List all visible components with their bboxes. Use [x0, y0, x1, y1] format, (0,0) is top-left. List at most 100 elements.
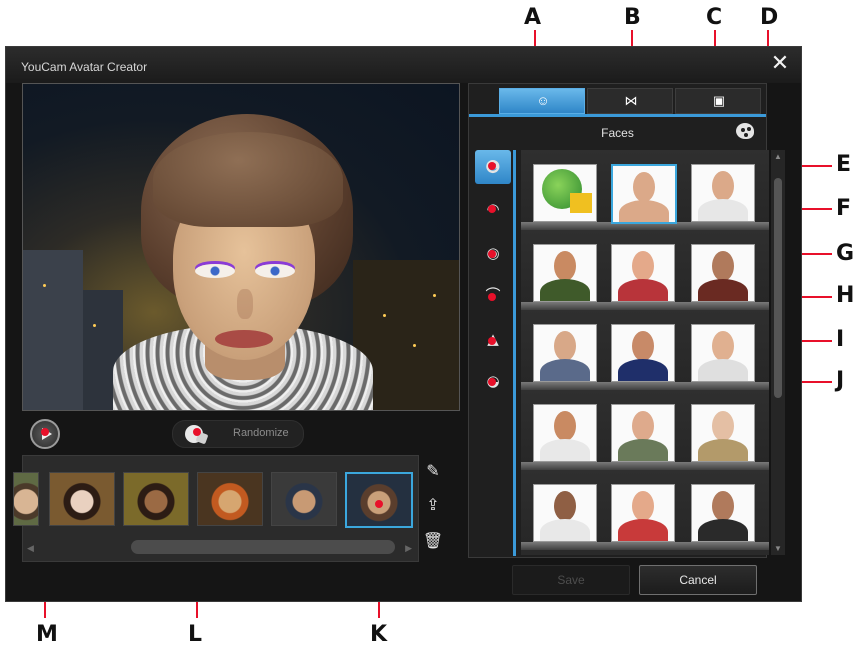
- tab-underline: [469, 114, 766, 117]
- scroll-right-icon[interactable]: ▶: [405, 543, 412, 554]
- download-arrow-shape: [570, 193, 592, 213]
- face-option[interactable]: [691, 244, 755, 302]
- randomize-button[interactable]: Randomize: [172, 420, 304, 448]
- tab-face[interactable]: ☺: [499, 88, 585, 114]
- tab-accessories[interactable]: ⋈: [587, 88, 673, 114]
- face-head: [632, 251, 654, 281]
- callout-c: C: [706, 5, 723, 30]
- callout-dot-j: [488, 378, 496, 386]
- category-divider: [513, 150, 516, 556]
- scroll-down-icon[interactable]: ▼: [774, 544, 782, 553]
- avatar-bangs: [153, 132, 343, 227]
- palette-icon[interactable]: [736, 123, 754, 139]
- avatar-thumbnail[interactable]: [271, 472, 337, 526]
- callout-f: F: [836, 196, 852, 221]
- avatar-thumbnail[interactable]: [49, 472, 115, 526]
- city-light: [383, 314, 386, 317]
- callout-h: H: [836, 283, 855, 308]
- app-title: YouCam Avatar Creator: [21, 60, 148, 74]
- face-body: [698, 279, 748, 301]
- share-icon[interactable]: ⇪: [422, 495, 444, 517]
- avatar-edit-icon[interactable]: ✎: [422, 461, 444, 483]
- face-option[interactable]: [533, 324, 597, 382]
- avatar-thumbnail[interactable]: [197, 472, 263, 526]
- face-option[interactable]: [611, 484, 675, 542]
- face-head: [712, 411, 734, 441]
- face-option[interactable]: [533, 244, 597, 302]
- shelf-edge: [521, 462, 769, 470]
- panel-title: Faces: [601, 126, 634, 140]
- customize-panel: ☺ ⋈ ▣ Faces ☻ ◠ ◉ ⌒ ▲: [468, 83, 785, 558]
- trash-icon[interactable]: 🗑: [422, 531, 444, 553]
- avatar-thumbnail[interactable]: [13, 472, 39, 526]
- callout-d: D: [760, 5, 779, 30]
- city-light: [43, 284, 46, 287]
- avatar-face-icon: ☺: [536, 93, 550, 108]
- callout-dot-k: [375, 500, 383, 508]
- face-option[interactable]: [691, 164, 755, 222]
- title-bar: YouCam Avatar Creator ✕: [6, 47, 801, 83]
- grid-scrollbar[interactable]: ▲ ▼: [771, 150, 785, 555]
- avatar-thumbnail-strip: ◀ ▶: [13, 455, 419, 562]
- face-head: [712, 491, 734, 521]
- scrollbar-thumb[interactable]: [774, 178, 782, 398]
- avatar-thumbnail[interactable]: [123, 472, 189, 526]
- face-head: [554, 491, 576, 521]
- avatar-creator-window: YouCam Avatar Creator ✕ Randomize ◀ ▶ ✎ …: [5, 46, 802, 602]
- tab-background[interactable]: ▣: [675, 88, 761, 114]
- face-head: [554, 251, 576, 281]
- face-body: [619, 200, 669, 222]
- face-body: [618, 279, 668, 301]
- face-body: [698, 439, 748, 461]
- face-option[interactable]: [691, 324, 755, 382]
- avatar-eye-right: [255, 264, 295, 278]
- face-head: [632, 411, 654, 441]
- callout-dot-g: [488, 250, 496, 258]
- scroll-up-icon[interactable]: ▲: [774, 152, 782, 161]
- callout-g: G: [836, 241, 855, 266]
- face-head: [632, 331, 654, 361]
- face-body: [618, 519, 668, 541]
- callout-dot-i: [488, 337, 496, 345]
- callout-dot-h: [488, 293, 496, 301]
- face-option[interactable]: [691, 404, 755, 462]
- face-option[interactable]: [691, 484, 755, 542]
- face-head: [554, 411, 576, 441]
- scroll-left-icon[interactable]: ◀: [27, 543, 34, 554]
- callout-l: L: [188, 622, 203, 647]
- face-option[interactable]: [533, 484, 597, 542]
- shelf-edge: [521, 382, 769, 390]
- callout-dot-f: [488, 205, 496, 213]
- background-image-icon: ▣: [712, 93, 726, 108]
- face-option[interactable]: [611, 404, 675, 462]
- callout-dot-e: [488, 162, 496, 170]
- face-head: [554, 331, 576, 361]
- face-option[interactable]: [611, 244, 675, 302]
- save-button[interactable]: Save: [512, 565, 630, 595]
- face-option[interactable]: [533, 404, 597, 462]
- face-body: [540, 279, 590, 301]
- shelf-edge: [521, 302, 769, 310]
- face-option-selected[interactable]: [611, 164, 677, 224]
- face-head: [712, 251, 734, 281]
- face-body: [698, 359, 748, 381]
- callout-k: K: [370, 622, 388, 647]
- face-body: [698, 199, 748, 221]
- download-more-icon[interactable]: [533, 164, 597, 222]
- callout-e: E: [836, 152, 852, 177]
- cancel-button[interactable]: Cancel: [639, 565, 757, 595]
- face-body: [540, 439, 590, 461]
- close-icon[interactable]: ✕: [769, 53, 791, 75]
- thumbnail-scrollbar[interactable]: [131, 540, 395, 554]
- city-light: [93, 324, 96, 327]
- city-light: [433, 294, 436, 297]
- face-options-grid: [521, 150, 769, 555]
- callout-b: B: [624, 5, 641, 30]
- face-option[interactable]: [611, 324, 675, 382]
- face-body: [618, 359, 668, 381]
- face-body: [540, 519, 590, 541]
- avatar-preview: [22, 83, 460, 411]
- callout-i: I: [836, 327, 845, 352]
- shelf-edge: [521, 542, 769, 550]
- callout-j: J: [836, 368, 845, 393]
